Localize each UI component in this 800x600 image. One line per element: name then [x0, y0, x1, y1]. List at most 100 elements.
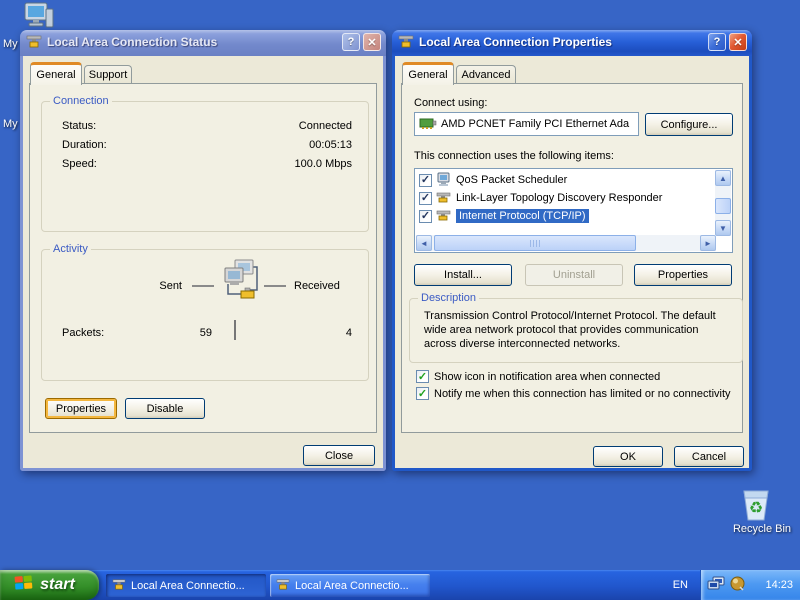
list-item-label: Link-Layer Topology Discovery Responder [456, 192, 663, 204]
taskbar: start Local Area Connectio... Local Area… [0, 570, 800, 600]
item-checkbox[interactable] [419, 173, 432, 187]
notify-checkbox[interactable] [416, 387, 429, 400]
notify-checkbox-row[interactable]: Notify me when this connection has limit… [416, 387, 731, 400]
show-icon-checkbox-label: Show icon in notification area when conn… [434, 370, 661, 383]
notify-checkbox-label: Notify me when this connection has limit… [434, 387, 731, 400]
properties-window-title: Local Area Connection Properties [419, 35, 612, 49]
sent-dash [192, 285, 214, 287]
scroll-right-button[interactable]: ► [700, 235, 716, 251]
network-connection-icon [276, 578, 290, 593]
items-list-label: This connection uses the following items… [414, 150, 614, 162]
connect-using-label: Connect using: [414, 97, 488, 109]
list-item-label: QoS Packet Scheduler [456, 174, 568, 186]
properties-window-titlebar[interactable]: Local Area Connection Properties ? ✕ [392, 30, 752, 56]
description-text: Transmission Control Protocol/Internet P… [424, 310, 716, 350]
taskbar-button-label: Local Area Connectio... [131, 579, 245, 592]
vertical-scroll-thumb[interactable] [715, 198, 731, 214]
network-connection-icon [112, 578, 126, 593]
show-icon-checkbox-row[interactable]: Show icon in notification area when conn… [416, 370, 660, 383]
adapter-field[interactable]: AMD PCNET Family PCI Ethernet Ada [414, 112, 639, 136]
status-tab-page: Connection Status: Connected Duration: 0… [29, 83, 377, 433]
vertical-scrollbar[interactable]: ▲ ▼ [715, 170, 731, 236]
connection-group: Connection Status: Connected Duration: 0… [41, 95, 369, 232]
clock[interactable]: 14:23 [765, 579, 793, 591]
packets-divider [234, 320, 236, 340]
protocol-icon [436, 209, 452, 224]
desktop-icon-label-partial-2[interactable]: My [3, 118, 18, 130]
list-item-label-selected: Internet Protocol (TCP/IP) [456, 209, 589, 223]
received-dash [264, 285, 286, 287]
status-row-label: Status: [62, 120, 97, 132]
list-item-qos[interactable]: QoS Packet Scheduler [419, 171, 567, 189]
disable-button[interactable]: Disable [125, 398, 205, 419]
desktop-icon-label-partial-1[interactable]: My [3, 38, 18, 50]
language-indicator[interactable]: EN [673, 570, 688, 600]
windows-logo-icon [14, 574, 34, 597]
svg-text:♻: ♻ [749, 500, 763, 517]
tab-advanced[interactable]: Advanced [456, 65, 516, 83]
configure-button[interactable]: Configure... [645, 113, 733, 136]
properties-button[interactable]: Properties [45, 398, 117, 419]
network-adapter-icon [419, 116, 437, 133]
close-button[interactable]: Close [303, 445, 375, 466]
properties-window-body: General Advanced Connect using: AMD PCNE… [392, 56, 752, 471]
desktop: My My ♻ Recycle Bin Local Area Connectio… [0, 0, 800, 600]
taskbar-button-status[interactable]: Local Area Connectio... [106, 574, 266, 597]
scroll-left-button[interactable]: ◄ [416, 235, 432, 251]
item-checkbox[interactable] [419, 191, 432, 205]
help-button[interactable]: ? [342, 33, 360, 51]
network-connection-icon [26, 34, 42, 51]
description-group: Description Transmission Control Protoco… [409, 292, 743, 363]
scroll-up-button[interactable]: ▲ [715, 170, 731, 186]
status-window-title: Local Area Connection Status [47, 35, 218, 49]
taskbar-button-properties[interactable]: Local Area Connectio... [270, 574, 430, 597]
status-window-titlebar[interactable]: Local Area Connection Status ? ✕ [20, 30, 386, 56]
duration-row-value: 00:05:13 [309, 139, 352, 151]
properties-tab-page: Connect using: AMD PCNET Family PCI Ethe… [401, 83, 743, 433]
show-icon-checkbox[interactable] [416, 370, 429, 383]
tab-general-status[interactable]: General [30, 62, 82, 85]
network-activity-icon [214, 258, 260, 309]
list-item-lltd[interactable]: Link-Layer Topology Discovery Responder [419, 189, 662, 207]
status-window: Local Area Connection Status ? ✕ General… [20, 30, 386, 471]
recycle-bin-label[interactable]: Recycle Bin [722, 523, 800, 535]
speed-row-value: 100.0 Mbps [294, 158, 352, 170]
recycle-bin-icon[interactable]: ♻ [736, 486, 776, 525]
qos-icon [436, 172, 452, 189]
connection-group-label: Connection [50, 95, 112, 107]
start-button-label: start [40, 576, 75, 593]
list-item-tcpip[interactable]: Internet Protocol (TCP/IP) [419, 207, 589, 225]
connection-items-list: QoS Packet Scheduler Link-Layer Topology… [414, 168, 733, 253]
ok-button[interactable]: OK [593, 446, 663, 467]
packets-sent-value: 59 [199, 327, 212, 339]
tab-support[interactable]: Support [84, 65, 132, 83]
speed-row-label: Speed: [62, 158, 97, 170]
sent-label: Sent [159, 280, 182, 292]
scroll-down-button[interactable]: ▼ [715, 220, 731, 236]
volume-tray-icon[interactable] [730, 576, 745, 594]
cancel-button[interactable]: Cancel [674, 446, 744, 467]
close-window-button[interactable]: ✕ [729, 33, 747, 51]
received-label: Received [294, 280, 340, 292]
protocol-icon [436, 191, 452, 206]
status-row-value: Connected [298, 120, 352, 132]
taskbar-button-label: Local Area Connectio... [295, 579, 409, 592]
activity-group-label: Activity [50, 243, 91, 255]
tab-general-properties[interactable]: General [402, 62, 454, 85]
system-tray: 14:23 [700, 570, 800, 600]
install-button[interactable]: Install... [414, 264, 512, 286]
status-window-body: General Support Connection Status: Conne… [20, 56, 386, 471]
close-window-button[interactable]: ✕ [363, 33, 381, 51]
description-group-label: Description [418, 292, 480, 304]
uninstall-button: Uninstall [525, 264, 623, 286]
horizontal-scrollbar[interactable]: ◄ ► [416, 235, 716, 251]
duration-row-label: Duration: [62, 139, 107, 151]
item-checkbox[interactable] [419, 209, 432, 223]
horizontal-scroll-thumb[interactable] [434, 235, 636, 251]
item-properties-button[interactable]: Properties [634, 264, 732, 286]
help-button[interactable]: ? [708, 33, 726, 51]
network-connection-icon [398, 34, 414, 51]
network-tray-icon[interactable] [707, 576, 725, 594]
start-button[interactable]: start [0, 570, 99, 600]
properties-window: Local Area Connection Properties ? ✕ Gen… [392, 30, 752, 471]
